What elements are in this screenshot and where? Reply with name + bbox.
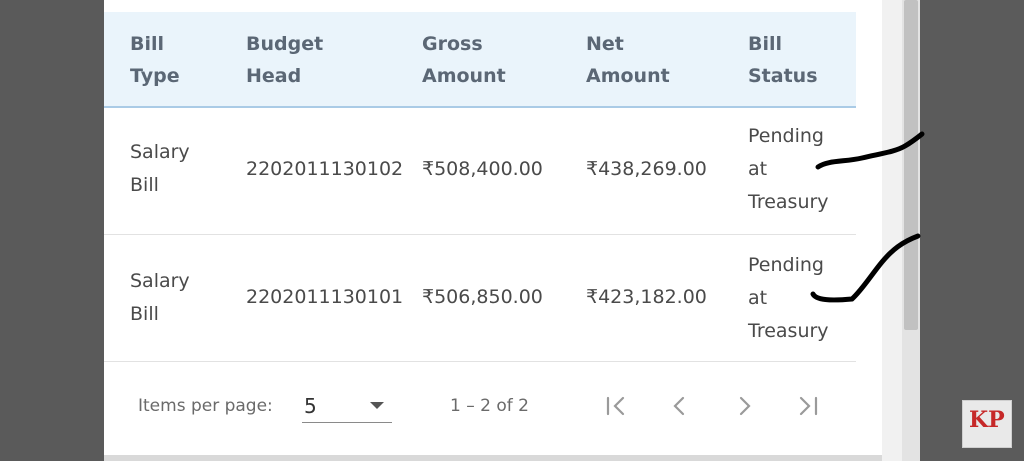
cell-budget-head: 2202011130102 [246, 158, 404, 180]
kp-logo: KP [962, 400, 1012, 448]
next-page-icon [739, 396, 751, 416]
scrollbar-thumb[interactable] [904, 0, 918, 330]
bottom-edge [104, 455, 882, 461]
cell-budget-head: 2202011130101 [246, 286, 404, 308]
header-bill-status[interactable]: Bill Status [748, 28, 818, 92]
cell-gross-amount: ₹508,400.00 [422, 158, 543, 180]
right-background [920, 0, 1024, 461]
logo-letter-p: P [988, 407, 1005, 433]
previous-page-icon [673, 396, 685, 416]
header-budget-head[interactable]: Budget Head [246, 28, 323, 92]
table-header: Bill Type Budget Head Gross Amount Net A… [104, 12, 856, 108]
header-bill-type[interactable]: Bill Type [130, 28, 180, 92]
previous-page-button[interactable] [660, 386, 700, 426]
first-page-icon [606, 396, 625, 416]
table-row[interactable]: Salary Bill 2202011130101 ₹506,850.00 ₹4… [104, 235, 856, 362]
bills-table: Bill Type Budget Head Gross Amount Net A… [104, 12, 856, 362]
next-page-button[interactable] [724, 386, 764, 426]
cell-bill-type: Salary Bill [130, 141, 190, 196]
cell-bill-type: Salary Bill [130, 270, 190, 325]
page-size-value: 5 [304, 394, 317, 418]
logo-letter-k: K [969, 407, 989, 433]
items-per-page-label: Items per page: [138, 396, 273, 416]
page-size-select[interactable]: 5 [302, 388, 392, 423]
cell-bill-status: Pending at Treasury [748, 254, 829, 342]
first-page-button[interactable] [596, 386, 636, 426]
cell-bill-status: Pending at Treasury [748, 125, 829, 213]
header-net-amount[interactable]: Net Amount [586, 28, 670, 92]
header-gross-amount[interactable]: Gross Amount [422, 28, 506, 92]
last-page-button[interactable] [788, 386, 828, 426]
left-background [0, 0, 104, 461]
table-row[interactable]: Salary Bill 2202011130102 ₹508,400.00 ₹4… [104, 108, 856, 235]
cell-net-amount: ₹438,269.00 [586, 158, 707, 180]
cell-net-amount: ₹423,182.00 [586, 286, 707, 308]
range-label: 1 – 2 of 2 [450, 396, 529, 416]
paginator: Items per page: 5 1 – 2 of 2 [104, 370, 882, 450]
last-page-icon [799, 396, 818, 416]
bills-card: Bill Type Budget Head Gross Amount Net A… [104, 0, 882, 461]
dropdown-arrow-icon [370, 402, 384, 409]
cell-gross-amount: ₹506,850.00 [422, 286, 543, 308]
logo-mark: KP [969, 407, 1005, 433]
